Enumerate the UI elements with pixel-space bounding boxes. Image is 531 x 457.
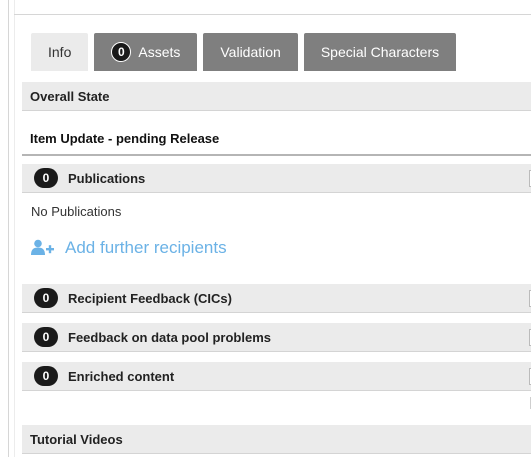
- overall-state-title: Overall State: [30, 88, 110, 104]
- enriched-content-title: Enriched content: [68, 368, 175, 384]
- tab-validation[interactable]: Validation: [203, 33, 298, 71]
- assets-count-badge: 0: [111, 42, 132, 62]
- tab-assets-label: Assets: [138, 44, 181, 60]
- enriched-content-header[interactable]: 0 Enriched content: [22, 362, 531, 391]
- add-recipients-label: Add further recipients: [65, 238, 227, 257]
- overall-state-header: Overall State: [22, 82, 531, 111]
- left-border: [8, 0, 9, 457]
- add-user-icon: [31, 239, 54, 255]
- overall-state-text: Item Update - pending Release: [30, 130, 220, 146]
- data-pool-feedback-title: Feedback on data pool problems: [68, 329, 271, 345]
- tab-special-characters[interactable]: Special Characters: [303, 33, 457, 71]
- recipient-feedback-header[interactable]: 0 Recipient Feedback (CICs): [22, 284, 531, 313]
- recipient-feedback-title: Recipient Feedback (CICs): [68, 290, 232, 306]
- no-publications-text: No Publications: [31, 204, 122, 219]
- tab-assets[interactable]: 0 Assets: [94, 33, 198, 71]
- left-border-inner: [14, 0, 15, 457]
- publications-title: Publications: [68, 170, 146, 186]
- add-recipients-link[interactable]: Add further recipients: [31, 238, 227, 258]
- tab-bar: Info 0 Assets Validation Special Charact…: [31, 33, 457, 71]
- tab-special-characters-label: Special Characters: [320, 44, 440, 60]
- enriched-content-count-badge: 0: [34, 366, 58, 386]
- tutorial-videos-title: Tutorial Videos: [30, 431, 123, 447]
- recipient-feedback-count-badge: 0: [34, 288, 58, 308]
- data-pool-feedback-count-badge: 0: [34, 327, 58, 347]
- overall-state-value: Item Update - pending Release: [22, 122, 531, 156]
- tab-validation-label: Validation: [220, 44, 281, 60]
- top-border: [14, 14, 531, 15]
- publications-header[interactable]: 0 Publications: [22, 164, 531, 193]
- tab-info-label: Info: [48, 44, 72, 60]
- publications-count-badge: 0: [34, 168, 58, 188]
- tutorial-videos-header[interactable]: Tutorial Videos: [22, 425, 531, 454]
- data-pool-feedback-header[interactable]: 0 Feedback on data pool problems: [22, 323, 531, 352]
- tab-info[interactable]: Info: [31, 33, 89, 71]
